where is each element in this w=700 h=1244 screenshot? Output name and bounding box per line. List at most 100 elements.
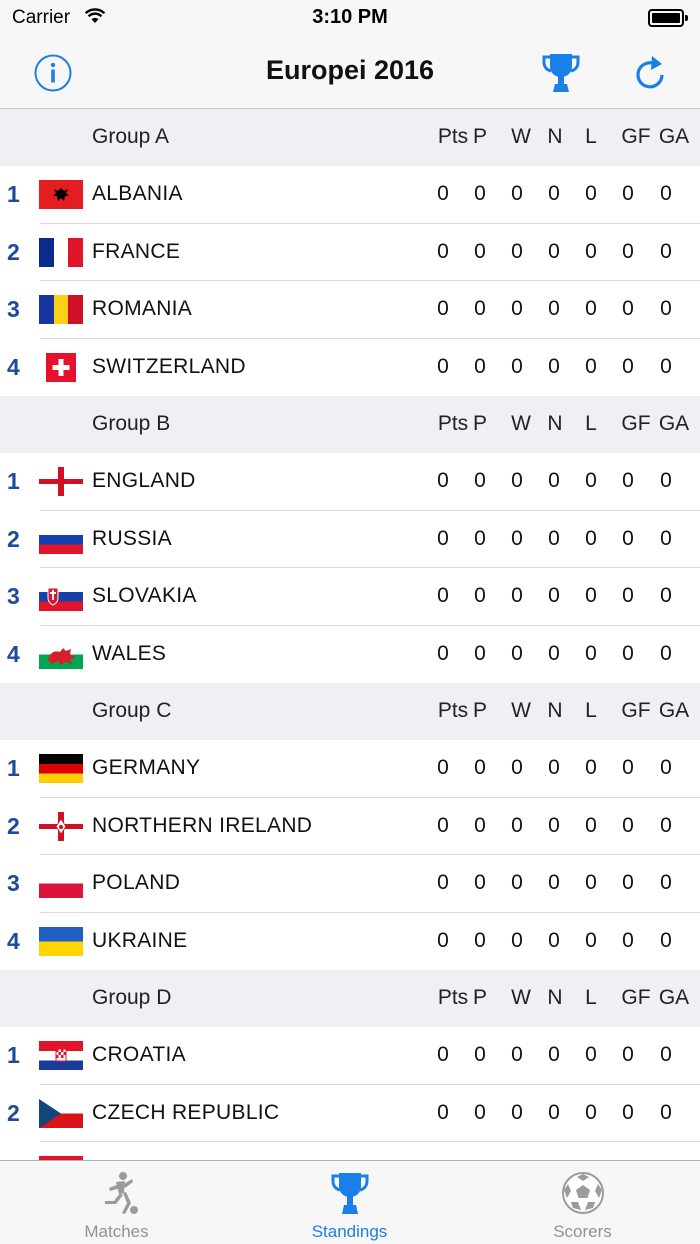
team-row[interactable]: 2 RUSSIA 0 0 0 0 0 0 0 — [0, 510, 700, 568]
group-title: Group B — [92, 412, 171, 435]
tab-matches[interactable]: Matches — [0, 1161, 233, 1244]
column-header-w: W — [511, 412, 531, 435]
stat-n: 0 — [548, 239, 560, 263]
stat-w: 0 — [511, 871, 523, 894]
column-header-l: L — [585, 125, 597, 148]
standings-list[interactable]: Group A Pts P W N L GF GA 1 ALBANIA 0 0 0 0 0 0 0 2 FRANCE… — [0, 109, 700, 1160]
column-header-n: N — [547, 412, 563, 435]
stat-p: 0 — [474, 182, 486, 205]
stat-l: 0 — [585, 297, 597, 320]
stat-n: 0 — [548, 526, 560, 550]
stat-gf: 0 — [622, 813, 634, 837]
refresh-button[interactable] — [630, 52, 672, 94]
team-row[interactable]: 1 GERMANY 0 0 0 0 0 0 0 — [0, 740, 700, 798]
flag-albania-icon — [39, 180, 83, 209]
flag-slovakia-icon — [39, 582, 83, 611]
team-position: 3 — [7, 583, 20, 609]
stat-l: 0 — [585, 584, 597, 607]
stat-gf: 0 — [622, 641, 634, 665]
stat-ga: 0 — [660, 1043, 672, 1066]
tab-scorers-label: Scorers — [553, 1222, 612, 1241]
column-header-w: W — [511, 699, 531, 722]
team-position: 3 — [7, 296, 20, 322]
column-header-gf: GF — [621, 412, 651, 435]
stat-p: 0 — [474, 813, 486, 837]
stat-ga: 0 — [660, 641, 672, 665]
stat-w: 0 — [511, 526, 523, 550]
flag-germany-icon — [39, 754, 83, 783]
team-row[interactable]: 3 POLAND 0 0 0 0 0 0 0 — [0, 855, 700, 913]
team-row[interactable]: 2 NORTHERN IRELAND 0 0 0 0 0 0 0 — [0, 797, 700, 855]
tab-scorers[interactable]: Scorers — [466, 1161, 699, 1244]
stat-l: 0 — [585, 239, 597, 263]
stat-pts: 0 — [437, 756, 449, 779]
stat-p: 0 — [474, 756, 486, 779]
team-row[interactable]: 2 CZECH REPUBLIC 0 0 0 0 0 0 0 — [0, 1084, 700, 1142]
stat-n: 0 — [548, 1043, 560, 1066]
team-row[interactable]: 3 SLOVAKIA 0 0 0 0 0 0 0 — [0, 568, 700, 626]
stat-w: 0 — [511, 756, 523, 779]
team-name: SWITZERLAND — [92, 354, 246, 378]
soccer-ball-icon — [561, 1172, 604, 1214]
stat-ga: 0 — [660, 239, 672, 263]
team-position: 4 — [7, 640, 20, 667]
stat-n: 0 — [548, 584, 560, 607]
team-row[interactable] — [0, 1142, 700, 1160]
flag-croatia-icon — [39, 1041, 83, 1070]
stat-gf: 0 — [622, 1100, 634, 1124]
stat-p: 0 — [474, 297, 486, 320]
status-bar: Carrier 3:10 PM — [0, 0, 700, 36]
team-name: FRANCE — [92, 239, 181, 263]
stat-n: 0 — [548, 871, 560, 894]
soccer-player-icon — [104, 1172, 138, 1214]
stat-w: 0 — [511, 1043, 523, 1066]
stat-n: 0 — [548, 756, 560, 779]
stat-ga: 0 — [660, 469, 672, 492]
group-header: Group C Pts P W N L GF GA — [0, 683, 700, 740]
stat-ga: 0 — [660, 526, 672, 550]
tab-matches-label: Matches — [84, 1222, 149, 1241]
tab-standings[interactable]: Standings — [233, 1161, 466, 1244]
team-row[interactable]: 1 ALBANIA 0 0 0 0 0 0 0 — [0, 166, 700, 224]
team-row[interactable]: 4 UKRAINE 0 0 0 0 0 0 0 — [0, 912, 700, 970]
stat-p: 0 — [474, 641, 486, 665]
trophy-button[interactable] — [540, 52, 582, 94]
team-row[interactable]: 1 CROATIA 0 0 0 0 0 0 0 — [0, 1027, 700, 1085]
stat-pts: 0 — [437, 354, 449, 378]
column-header-p: P — [472, 412, 487, 435]
column-header-n: N — [547, 699, 563, 722]
group-header: Group D Pts P W N L GF GA — [0, 970, 700, 1027]
stat-w: 0 — [511, 641, 523, 665]
stat-l: 0 — [585, 813, 597, 837]
team-name: WALES — [92, 641, 167, 665]
team-position: 1 — [7, 181, 20, 207]
team-position: 4 — [7, 927, 20, 954]
team-name: RUSSIA — [92, 526, 172, 550]
team-row[interactable]: 4 WALES 0 0 0 0 0 0 0 — [0, 625, 700, 683]
stat-l: 0 — [585, 469, 597, 492]
stat-pts: 0 — [437, 182, 449, 205]
team-row[interactable]: 4 SWITZERLAND 0 0 0 0 0 0 0 — [0, 338, 700, 396]
clock: 3:10 PM — [312, 6, 388, 28]
team-row[interactable]: 1 ENGLAND 0 0 0 0 0 0 0 — [0, 453, 700, 511]
stat-gf: 0 — [622, 584, 634, 607]
stat-n: 0 — [548, 297, 560, 320]
team-name: CROATIA — [92, 1043, 186, 1066]
team-row[interactable]: 3 ROMANIA 0 0 0 0 0 0 0 — [0, 281, 700, 339]
navigation-bar: Europei 2016 — [0, 36, 700, 109]
team-row[interactable]: 2 FRANCE 0 0 0 0 0 0 0 — [0, 223, 700, 281]
stat-gf: 0 — [622, 354, 634, 378]
stat-gf: 0 — [622, 182, 634, 205]
stat-p: 0 — [474, 526, 486, 550]
flag-wales-icon — [39, 639, 83, 669]
group-title: Group D — [92, 986, 172, 1009]
team-name: GERMANY — [92, 756, 201, 779]
flag-poland-icon — [39, 869, 83, 898]
stat-n: 0 — [548, 1100, 560, 1124]
team-name: UKRAINE — [92, 928, 188, 952]
column-header-ga: GA — [658, 986, 690, 1009]
stat-pts: 0 — [437, 526, 449, 550]
team-position: 1 — [7, 755, 20, 781]
stat-l: 0 — [585, 871, 597, 894]
team-position: 2 — [7, 238, 20, 265]
